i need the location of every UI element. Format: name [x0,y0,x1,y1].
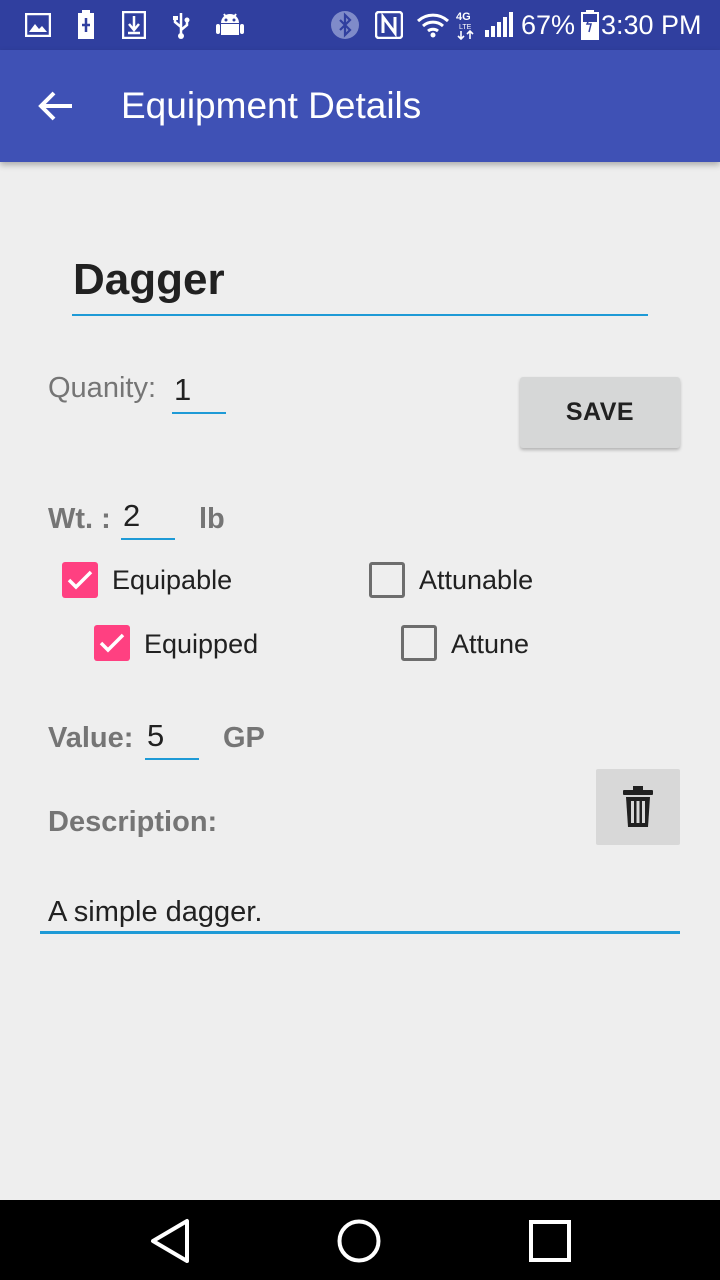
back-button[interactable] [26,76,86,136]
equipable-checkbox[interactable] [62,562,98,598]
description-label: Description: [48,806,218,838]
network-label: 4G [456,11,471,23]
nav-back-button[interactable] [143,1214,197,1268]
delete-button[interactable] [596,769,680,845]
arrow-back-icon [38,91,72,121]
status-bar: 4G LTE 67% 3:30 PM [0,0,720,50]
clock: 3:30 PM [601,10,702,40]
svg-text:LTE: LTE [459,24,472,31]
value-unit: GP [223,722,265,754]
attunable-checkbox[interactable] [369,562,405,598]
value-input[interactable]: 5 [145,716,199,760]
weight-label: Wt. : [48,503,111,535]
description-input[interactable]: A simple dagger. [40,890,680,934]
lte-icon: 4G LTE [454,10,480,40]
equipped-checkbox[interactable] [94,625,130,661]
attunable-label: Attunable [419,565,534,595]
battery-icon [581,10,599,40]
equipped-label: Equipped [144,629,259,659]
attune-checkbox[interactable] [401,625,437,661]
home-circle-icon [337,1219,381,1263]
recents-square-icon [529,1220,571,1262]
usb-icon [170,10,192,40]
weight-unit: lb [199,503,225,535]
nav-recents-button[interactable] [523,1214,577,1268]
signal-icon [483,10,515,40]
gallery-icon [24,10,52,40]
battery-percent: 67% [521,10,576,40]
checkmark-icon [67,570,93,590]
equipable-label: Equipable [112,565,233,595]
wifi-icon [416,10,450,40]
bluetooth-icon [330,10,360,40]
trash-icon [623,786,653,827]
back-triangle-icon [151,1219,189,1263]
attune-label: Attune [451,629,530,659]
weight-input[interactable]: 2 [121,496,175,540]
download-icon [122,10,146,40]
battery-saver-icon [76,10,96,40]
save-button[interactable]: SAVE [520,377,680,448]
android-icon [216,10,244,40]
page-title: Equipment Details [121,85,422,126]
item-name-field[interactable]: Dagger [72,250,648,316]
quantity-label: Quanity: [48,372,156,404]
checkmark-icon [99,633,125,653]
navigation-bar [0,1200,720,1280]
nfc-icon [375,10,403,40]
app-bar: Equipment Details [0,50,720,162]
quantity-input[interactable]: 1 [172,370,226,414]
value-label: Value: [48,722,134,754]
nav-home-button[interactable] [332,1214,386,1268]
